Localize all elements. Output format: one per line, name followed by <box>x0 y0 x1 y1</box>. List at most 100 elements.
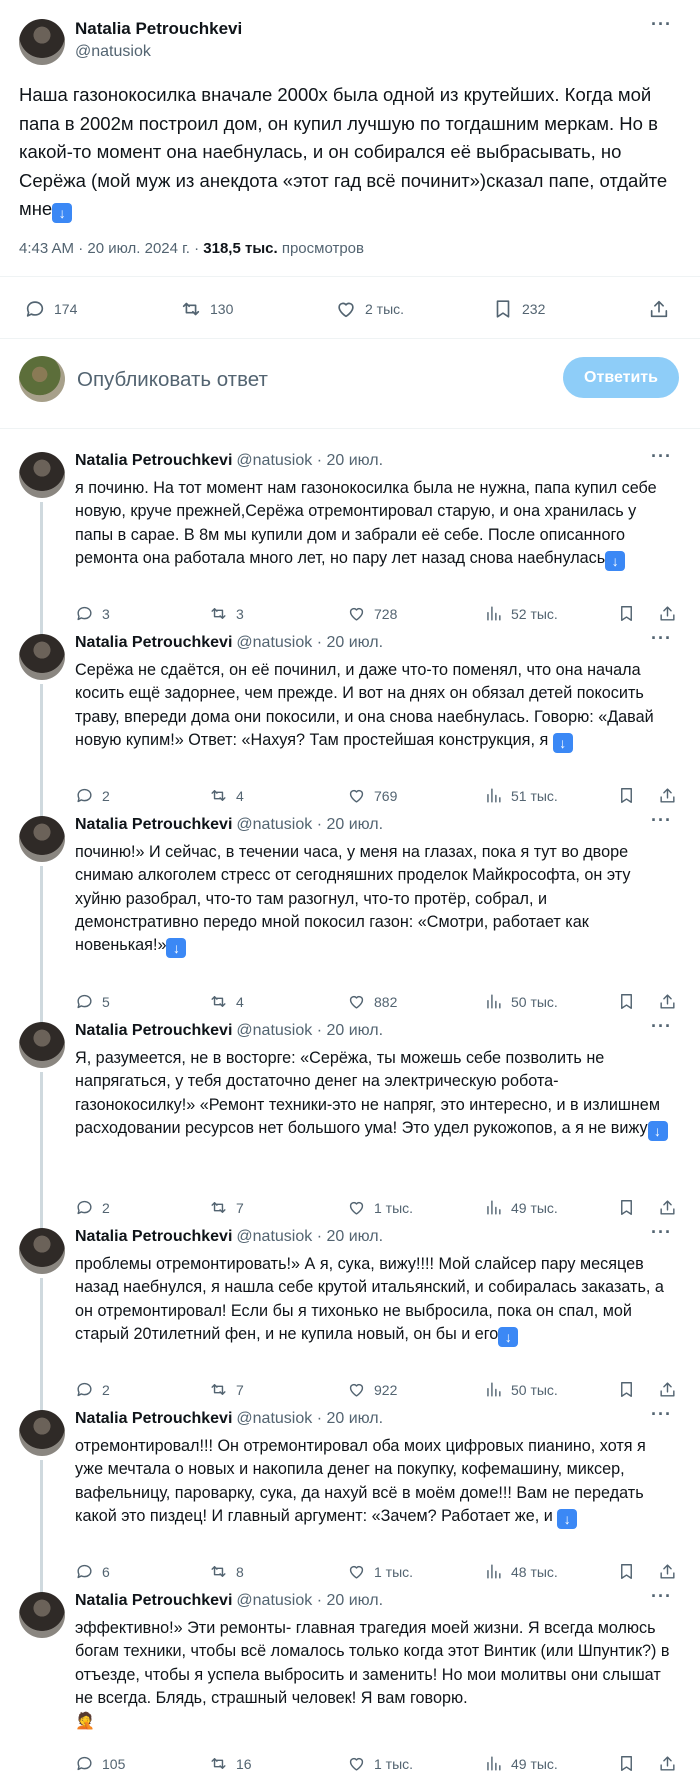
reply-button[interactable]: 174 <box>24 298 77 320</box>
retweet-button[interactable]: 4 <box>209 786 244 805</box>
thread-tweet[interactable]: Natalia Petrouchkevi @natusiok · 20 июл. … <box>0 624 700 820</box>
reply-button[interactable]: 2 <box>75 786 110 805</box>
share-icon <box>660 606 675 621</box>
author-handle-date[interactable]: @natusiok · 20 июл. <box>236 1592 383 1609</box>
author-name[interactable]: Natalia Petrouchkevi <box>75 1592 232 1609</box>
author-name[interactable]: Natalia Petrouchkevi <box>75 634 232 651</box>
retweet-button[interactable]: 7 <box>209 1198 244 1217</box>
tweet-text: отремонтировал!!! Он отремонтировал оба … <box>75 1435 675 1529</box>
current-user-avatar[interactable] <box>19 356 65 402</box>
author-avatar[interactable] <box>19 1410 65 1456</box>
thread-tweet[interactable]: Natalia Petrouchkevi @natusiok · 20 июл. … <box>0 806 700 1026</box>
author-avatar[interactable] <box>19 1228 65 1274</box>
author-handle-date[interactable]: @natusiok · 20 июл. <box>236 634 383 651</box>
tweet-timestamp[interactable]: 4:43 AM · 20 июл. 2024 г. · <box>19 240 203 257</box>
author-avatar[interactable] <box>19 1592 65 1638</box>
like-button[interactable]: 1 тыс. <box>347 1562 413 1581</box>
bookmark-button[interactable] <box>617 786 636 805</box>
thread-tweet[interactable]: Natalia Petrouchkevi @natusiok · 20 июл. … <box>0 1400 700 1596</box>
bookmark-button[interactable] <box>617 1562 636 1581</box>
author-handle[interactable]: @natusiok <box>75 43 151 61</box>
author-avatar[interactable] <box>19 1022 65 1068</box>
views-button[interactable]: 50 тыс. <box>484 1380 558 1399</box>
more-options-icon[interactable]: ··· <box>651 446 672 467</box>
reply-button[interactable]: 2 <box>75 1198 110 1217</box>
bookmark-button[interactable]: 232 <box>492 298 545 320</box>
author-name[interactable]: Natalia Petrouchkevi <box>75 452 232 469</box>
share-button[interactable] <box>658 1562 677 1581</box>
author-name[interactable]: Natalia Petrouchkevi <box>75 816 232 833</box>
bookmark-button[interactable] <box>617 604 636 623</box>
like-button[interactable]: 728 <box>347 604 397 623</box>
like-button[interactable]: 922 <box>347 1380 397 1399</box>
tweet-meta: 4:43 AM · 20 июл. 2024 г. · 318,5 тыс. п… <box>19 240 364 257</box>
like-button[interactable]: 1 тыс. <box>347 1754 413 1773</box>
author-handle-date[interactable]: @natusiok · 20 июл. <box>236 452 383 469</box>
views-button[interactable]: 48 тыс. <box>484 1562 558 1581</box>
thread-tweet[interactable]: Natalia Petrouchkevi @natusiok · 20 июл. … <box>0 1582 700 1782</box>
retweet-button[interactable]: 8 <box>209 1562 244 1581</box>
author-name[interactable]: Natalia Petrouchkevi <box>75 1022 232 1039</box>
author-avatar[interactable] <box>19 634 65 680</box>
reply-submit-button[interactable]: Ответить <box>563 357 679 398</box>
retweet-count: 3 <box>236 605 244 622</box>
tweet-text: эффективно!» Эти ремонты- главная трагед… <box>75 1617 675 1733</box>
share-button[interactable] <box>658 1754 677 1773</box>
bookmark-button[interactable] <box>617 1198 636 1217</box>
views-button[interactable]: 50 тыс. <box>484 992 558 1011</box>
tweet-text-body: я починю. На тот момент нам газонокосилк… <box>75 479 657 567</box>
retweet-button[interactable]: 4 <box>209 992 244 1011</box>
share-button[interactable] <box>658 786 677 805</box>
author-avatar[interactable] <box>19 452 65 498</box>
more-options-icon[interactable]: ··· <box>651 1586 672 1607</box>
like-button[interactable]: 2 тыс. <box>335 298 404 320</box>
reply-button[interactable]: 6 <box>75 1562 110 1581</box>
bookmark-count: 232 <box>522 301 546 317</box>
retweet-button[interactable]: 130 <box>180 298 233 320</box>
author-name[interactable]: Natalia Petrouchkevi <box>75 1228 232 1245</box>
author-avatar[interactable] <box>19 816 65 862</box>
share-button[interactable] <box>648 298 670 320</box>
views-button[interactable]: 49 тыс. <box>484 1198 558 1217</box>
thread-tweet[interactable]: Natalia Petrouchkevi @natusiok · 20 июл. … <box>0 442 700 638</box>
more-options-icon[interactable]: ··· <box>651 14 672 35</box>
author-name[interactable]: Natalia Petrouchkevi <box>75 19 242 39</box>
reply-count: 5 <box>102 993 110 1010</box>
share-button[interactable] <box>658 1198 677 1217</box>
views-button[interactable]: 52 тыс. <box>484 604 558 623</box>
share-button[interactable] <box>658 604 677 623</box>
author-handle-date[interactable]: @natusiok · 20 июл. <box>236 1410 383 1427</box>
reply-button[interactable]: 105 <box>75 1754 125 1773</box>
more-options-icon[interactable]: ··· <box>651 1016 672 1037</box>
more-options-icon[interactable]: ··· <box>651 1404 672 1425</box>
share-button[interactable] <box>658 1380 677 1399</box>
retweet-button[interactable]: 16 <box>209 1754 252 1773</box>
reply-button[interactable]: 3 <box>75 604 110 623</box>
author-avatar[interactable] <box>19 19 65 65</box>
like-button[interactable]: 769 <box>347 786 397 805</box>
bookmark-button[interactable] <box>617 1754 636 1773</box>
retweet-button[interactable]: 3 <box>209 604 244 623</box>
more-options-icon[interactable]: ··· <box>651 628 672 649</box>
author-handle-date[interactable]: @natusiok · 20 июл. <box>236 816 383 833</box>
thread-tweet[interactable]: Natalia Petrouchkevi @natusiok · 20 июл. … <box>0 1218 700 1414</box>
more-options-icon[interactable]: ··· <box>651 1222 672 1243</box>
reply-button[interactable]: 2 <box>75 1380 110 1399</box>
bookmark-button[interactable] <box>617 1380 636 1399</box>
author-name[interactable]: Natalia Petrouchkevi <box>75 1410 232 1427</box>
retweet-button[interactable]: 7 <box>209 1380 244 1399</box>
share-button[interactable] <box>658 992 677 1011</box>
author-handle-date[interactable]: @natusiok · 20 июл. <box>236 1022 383 1039</box>
more-options-icon[interactable]: ··· <box>651 810 672 831</box>
retweet-icon <box>211 996 226 1007</box>
bookmark-button[interactable] <box>617 992 636 1011</box>
like-button[interactable]: 1 тыс. <box>347 1198 413 1217</box>
like-button[interactable]: 882 <box>347 992 397 1011</box>
author-handle-date[interactable]: @natusiok · 20 июл. <box>236 1228 383 1245</box>
views-button[interactable]: 49 тыс. <box>484 1754 558 1773</box>
views-button[interactable]: 51 тыс. <box>484 786 558 805</box>
reply-input[interactable]: Опубликовать ответ <box>77 368 268 392</box>
reply-button[interactable]: 5 <box>75 992 110 1011</box>
tweet-text: починю!» И сейчас, в течении часа, у мен… <box>75 841 675 959</box>
thread-tweet[interactable]: Natalia Petrouchkevi @natusiok · 20 июл. … <box>0 1012 700 1232</box>
